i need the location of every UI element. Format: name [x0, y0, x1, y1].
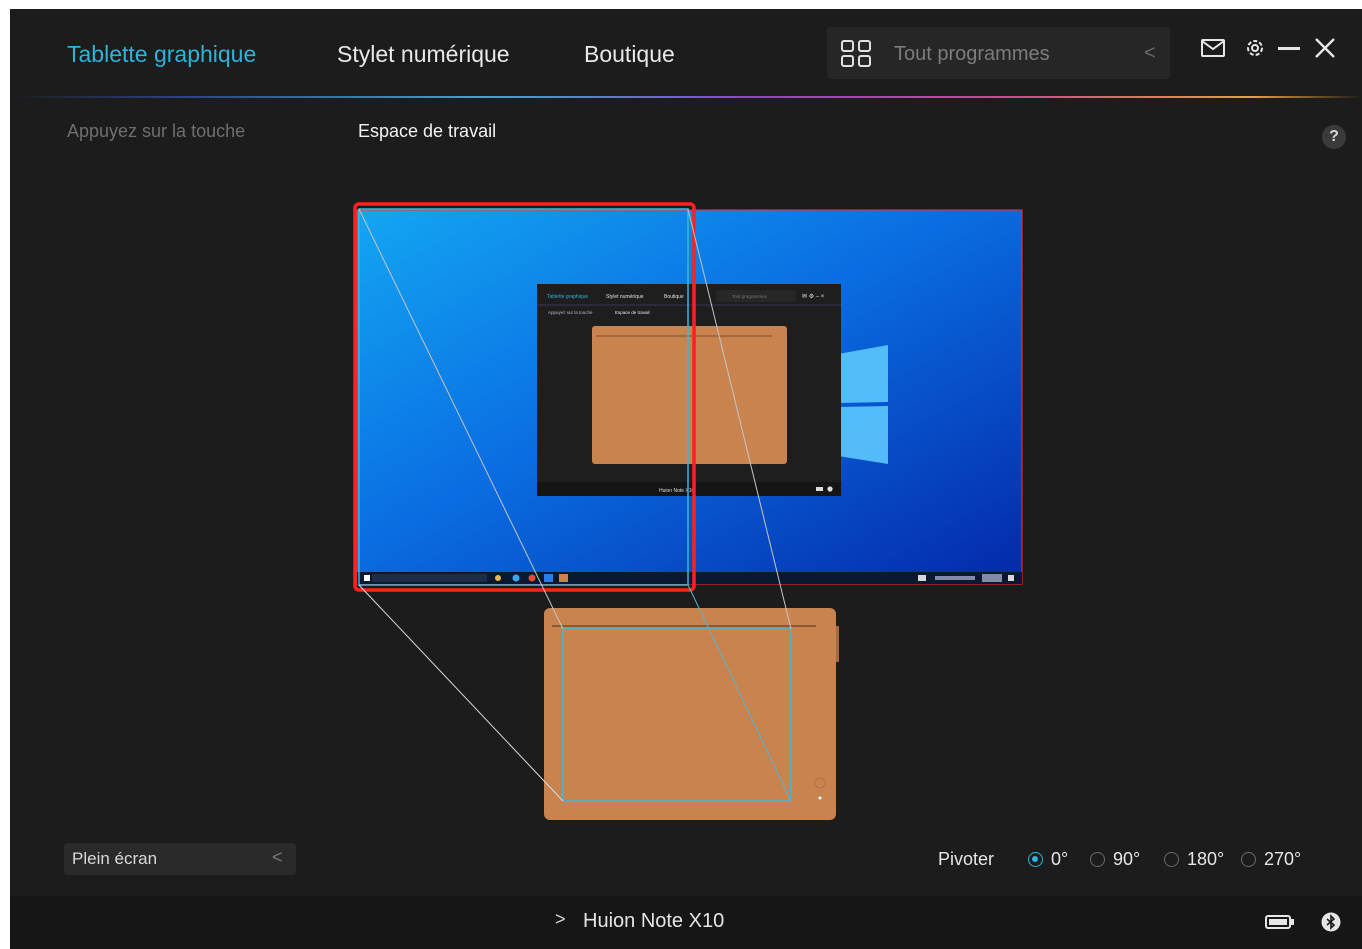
mapping-preview: Tablette graphique Stylet numérique Bout…: [353, 202, 1023, 820]
mini-subtab-2: Espace de travail: [615, 310, 650, 315]
mapping-mode-select[interactable]: Plein écran <: [64, 843, 296, 875]
rotate-270-label: 270°: [1264, 849, 1302, 869]
rotate-0-radio[interactable]: 0°: [1028, 849, 1068, 870]
mini-device: Huion Note X10: [659, 488, 695, 494]
mini-window-controls: ✉ ⚙ – ×: [802, 293, 825, 300]
radio-dot: [1241, 852, 1256, 867]
mini-subtab-1: Appuyez sur la touche: [548, 310, 593, 315]
mapping-mode-label: Plein écran: [72, 849, 158, 868]
screen-preview[interactable]: Tablette graphique Stylet numérique Bout…: [356, 209, 1023, 585]
app-window: Tablette graphique Stylet numérique Bout…: [10, 9, 1362, 949]
mini-tab-1: Tablette graphique: [547, 294, 588, 300]
device-name[interactable]: Huion Note X10: [583, 910, 724, 933]
rotate-0-label: 0°: [1051, 849, 1069, 869]
radio-dot: [1028, 852, 1043, 867]
rotate-270-radio[interactable]: 270°: [1241, 849, 1301, 870]
battery-icon: [1265, 915, 1294, 929]
device-footer: > Huion Note X10: [10, 896, 1362, 949]
mini-app-window: Tablette graphique Stylet numérique Bout…: [537, 284, 841, 496]
mini-tab-2: Stylet numérique: [606, 294, 644, 300]
mini-program: Tout programmes: [732, 294, 768, 299]
rotate-90-radio[interactable]: 90°: [1090, 849, 1140, 870]
bluetooth-icon[interactable]: [1321, 912, 1341, 932]
rotate-180-radio[interactable]: 180°: [1164, 849, 1224, 870]
rotate-label: Pivoter: [938, 849, 995, 869]
chevron-right-icon[interactable]: >: [555, 909, 566, 930]
desktop-taskbar: [357, 572, 1022, 584]
tablet-preview[interactable]: [544, 608, 839, 820]
chevron-left-icon: <: [272, 847, 283, 867]
radio-dot: [1164, 852, 1179, 867]
radio-dot: [1090, 852, 1105, 867]
rotate-180-label: 180°: [1187, 849, 1225, 869]
rotate-90-label: 90°: [1113, 849, 1141, 869]
mini-tab-3: Boutique: [664, 294, 684, 300]
